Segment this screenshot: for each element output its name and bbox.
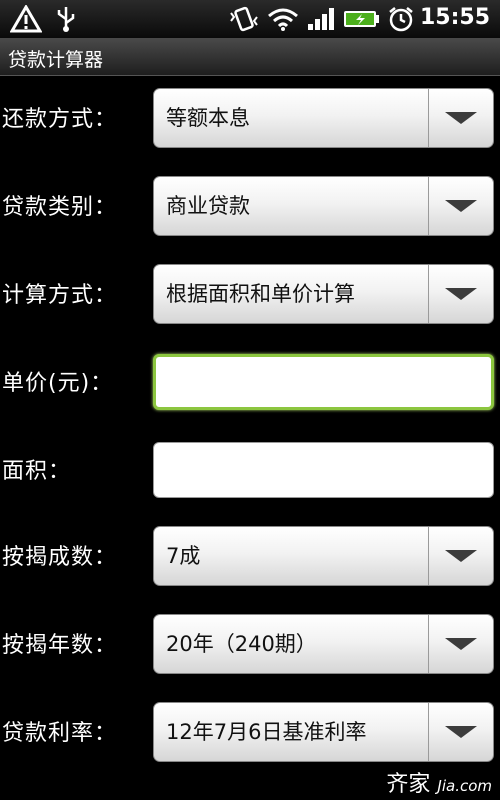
watermark-brand: 齐家 — [386, 772, 431, 797]
warning-icon — [10, 4, 42, 34]
unit-price-label: 单价(元)： — [2, 371, 114, 396]
watermark: 齐家 Jia.com — [386, 766, 492, 798]
mortgage-ratio-select[interactable]: 7成 — [153, 526, 494, 586]
area-label: 面积： — [2, 459, 72, 484]
dropdown-arrow-icon[interactable] — [428, 89, 493, 147]
area-input[interactable] — [153, 442, 494, 498]
dropdown-arrow-icon[interactable] — [428, 615, 493, 673]
interest-rate-value: 12年7月6日基准利率 — [166, 720, 367, 744]
calc-method-label: 计算方式： — [2, 283, 118, 308]
mortgage-ratio-value: 7成 — [166, 544, 201, 568]
watermark-domain: Jia.com — [437, 777, 492, 795]
interest-rate-label: 贷款利率： — [2, 721, 118, 746]
app-title-bar: 贷款计算器 — [0, 38, 500, 76]
loan-type-row: 贷款类别： 商业贷款 — [0, 172, 500, 244]
mortgage-years-label: 按揭年数： — [2, 633, 118, 658]
battery-charging-icon — [342, 4, 382, 34]
loan-type-value: 商业贷款 — [166, 194, 250, 218]
dropdown-arrow-icon[interactable] — [428, 265, 493, 323]
repayment-method-value: 等额本息 — [166, 106, 250, 130]
interest-rate-select[interactable]: 12年7月6日基准利率 — [153, 702, 494, 762]
calc-method-row: 计算方式： 根据面积和单价计算 — [0, 260, 500, 332]
mortgage-ratio-label: 按揭成数： — [2, 545, 118, 570]
mortgage-years-value: 20年（240期） — [166, 632, 317, 656]
area-row: 面积： — [0, 436, 500, 508]
mortgage-years-row: 按揭年数： 20年（240期） — [0, 610, 500, 682]
signal-icon — [305, 4, 337, 34]
calc-method-value: 根据面积和单价计算 — [166, 282, 355, 306]
dropdown-arrow-icon[interactable] — [428, 527, 493, 585]
usb-icon — [52, 4, 80, 34]
unit-price-input[interactable] — [153, 354, 494, 410]
loan-type-select[interactable]: 商业贷款 — [153, 176, 494, 236]
loan-type-label: 贷款类别： — [2, 195, 118, 220]
alarm-icon — [386, 4, 416, 34]
repayment-method-select[interactable]: 等额本息 — [153, 88, 494, 148]
wifi-icon — [266, 4, 300, 34]
calc-method-select[interactable]: 根据面积和单价计算 — [153, 264, 494, 324]
dropdown-arrow-icon[interactable] — [428, 703, 493, 761]
unit-price-row: 单价(元)： — [0, 348, 500, 420]
mortgage-ratio-row: 按揭成数： 7成 — [0, 522, 500, 594]
status-clock: 15:55 — [419, 5, 490, 30]
interest-rate-row: 贷款利率： 12年7月6日基准利率 — [0, 698, 500, 770]
repayment-method-label: 还款方式： — [2, 107, 118, 132]
repayment-method-row: 还款方式： 等额本息 — [0, 84, 500, 156]
status-bar: 15:55 — [0, 0, 500, 38]
mortgage-years-select[interactable]: 20年（240期） — [153, 614, 494, 674]
dropdown-arrow-icon[interactable] — [428, 177, 493, 235]
app-title: 贷款计算器 — [8, 49, 104, 71]
vibrate-icon — [226, 4, 262, 34]
